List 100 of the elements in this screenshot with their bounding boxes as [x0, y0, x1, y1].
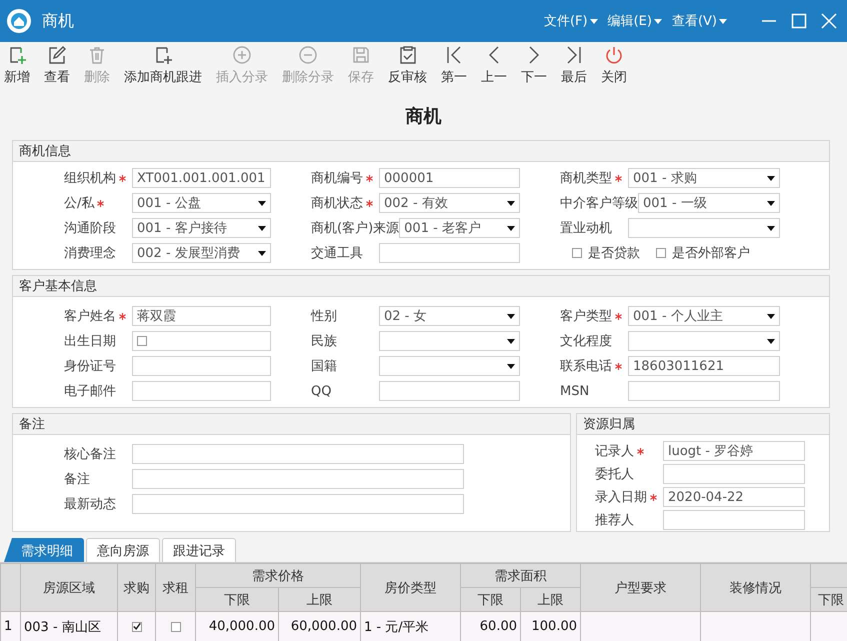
- column-header: 户型要求: [581, 564, 701, 612]
- dropdown[interactable]: 001 - 客户接待: [132, 218, 271, 238]
- field-label: 推荐人: [595, 512, 634, 529]
- menu-item[interactable]: 查看(V): [672, 12, 727, 30]
- table-cell: 003 - 南山区: [21, 612, 118, 641]
- caret-icon: [258, 200, 266, 206]
- checkbox[interactable]: [572, 248, 582, 258]
- dropdown[interactable]: 001 - 求购: [628, 168, 780, 188]
- column-header: 装修情况: [701, 564, 811, 612]
- menu-item[interactable]: 编辑(E): [608, 12, 662, 30]
- page-heading: 商机: [406, 105, 442, 128]
- minus-circle-icon: [298, 45, 318, 65]
- text-field[interactable]: [132, 494, 464, 514]
- text-field[interactable]: [132, 444, 464, 464]
- caret-icon: [767, 176, 775, 180]
- caret-icon: [654, 18, 662, 24]
- text-field[interactable]: [379, 243, 520, 263]
- caret-icon: [258, 226, 266, 230]
- caret-icon: [767, 314, 775, 318]
- clipboard-check-icon: [398, 45, 418, 65]
- text-field[interactable]: [379, 381, 520, 401]
- table-cell: 1 - 元/平米: [361, 612, 461, 641]
- field-label: 商机类型: [560, 170, 612, 187]
- field-label: MSN: [560, 384, 590, 398]
- field-label: 消费理念: [64, 245, 116, 262]
- tab[interactable]: 意向房源: [86, 538, 160, 562]
- toolbar-button[interactable]: 第一: [441, 45, 467, 86]
- window-title: 商机: [42, 10, 75, 32]
- caret-icon: [767, 338, 775, 344]
- caret-icon: [258, 250, 266, 256]
- tab[interactable]: 需求明细: [4, 538, 84, 562]
- checkbox[interactable]: [137, 336, 147, 346]
- text-field[interactable]: XT001.001.001.001: [132, 168, 271, 188]
- dropdown[interactable]: 002 - 有效: [379, 193, 520, 213]
- text-field[interactable]: [132, 381, 271, 401]
- dropdown[interactable]: 002 - 发展型消费: [132, 243, 271, 263]
- field-label: 公/私: [64, 195, 94, 212]
- field-label: 组织机构: [64, 170, 116, 187]
- column-group-header: 需求价格: [196, 564, 361, 588]
- text-field[interactable]: 蒋双霞: [132, 306, 271, 326]
- field-label: 联系电话: [560, 358, 612, 375]
- dropdown[interactable]: [379, 356, 520, 376]
- tab[interactable]: 跟进记录: [162, 538, 236, 562]
- dropdown[interactable]: 001 - 老客户: [399, 218, 520, 238]
- text-field[interactable]: 2020-04-22: [663, 487, 805, 507]
- plus-circle-icon: [232, 45, 252, 65]
- field-label: 商机编号: [311, 170, 363, 187]
- section-title: 备注: [19, 416, 45, 433]
- trash-icon: [87, 45, 107, 65]
- dropdown[interactable]: 001 - 个人业主: [628, 306, 780, 326]
- dropdown[interactable]: [379, 331, 520, 351]
- checkbox-label: 是否外部客户: [672, 245, 750, 262]
- dropdown[interactable]: [628, 218, 780, 238]
- caret-icon: [507, 364, 515, 368]
- dropdown[interactable]: 001 - 公盘: [132, 193, 271, 213]
- field-label: 置业动机: [560, 220, 612, 237]
- close-icon[interactable]: [821, 13, 837, 29]
- toolbar-button[interactable]: 关闭: [601, 45, 627, 86]
- power-icon: [604, 45, 624, 65]
- checkbox-label: 是否贷款: [588, 245, 640, 262]
- dropdown[interactable]: 001 - 一级: [638, 193, 780, 213]
- column-header: 求租: [156, 564, 196, 612]
- text-field[interactable]: 18603011621: [628, 356, 780, 376]
- checkbox[interactable]: [132, 622, 142, 632]
- field-label: 电子邮件: [64, 383, 116, 400]
- toolbar-button[interactable]: 下一: [521, 45, 547, 86]
- field-label: 客户类型: [560, 308, 612, 325]
- field-label: 最新动态: [64, 496, 116, 513]
- toolbar-button[interactable]: 新增: [4, 45, 30, 86]
- date-field[interactable]: [132, 331, 271, 351]
- dropdown[interactable]: 02 - 女: [379, 306, 520, 326]
- row-number: 1: [1, 612, 21, 641]
- column-header: 房价类型: [361, 564, 461, 612]
- checkbox[interactable]: [170, 622, 180, 632]
- text-field[interactable]: [663, 464, 805, 484]
- caret-icon: [507, 338, 515, 344]
- text-field[interactable]: [663, 510, 805, 530]
- toolbar-button[interactable]: 查看: [44, 45, 70, 86]
- field-label: 中介客户等级: [560, 195, 638, 212]
- text-field[interactable]: [132, 469, 464, 489]
- checkbox[interactable]: [656, 248, 666, 258]
- field-label: 性别: [311, 308, 337, 325]
- caret-icon: [590, 18, 598, 24]
- field-label: 委托人: [595, 466, 634, 483]
- text-field[interactable]: luogt - 罗谷婷: [663, 441, 805, 461]
- menu-item[interactable]: 文件(F): [544, 12, 598, 30]
- text-field[interactable]: 000001: [379, 168, 520, 188]
- text-field[interactable]: [132, 356, 271, 376]
- toolbar-button[interactable]: 添加商机跟进: [124, 45, 202, 86]
- column-group-header: 需求面积: [461, 564, 581, 588]
- column-header: 房源区域: [21, 564, 118, 612]
- dropdown[interactable]: [628, 331, 780, 351]
- text-field[interactable]: [628, 381, 780, 401]
- toolbar-button[interactable]: 最后: [561, 45, 587, 86]
- toolbar-button[interactable]: 反审核: [388, 45, 427, 86]
- maximize-icon[interactable]: [791, 13, 807, 29]
- toolbar-button[interactable]: 上一: [481, 45, 507, 86]
- field-label: 沟通阶段: [64, 220, 116, 237]
- section-title: 商机信息: [19, 143, 71, 160]
- field-label: 商机(客户)来源: [311, 220, 400, 237]
